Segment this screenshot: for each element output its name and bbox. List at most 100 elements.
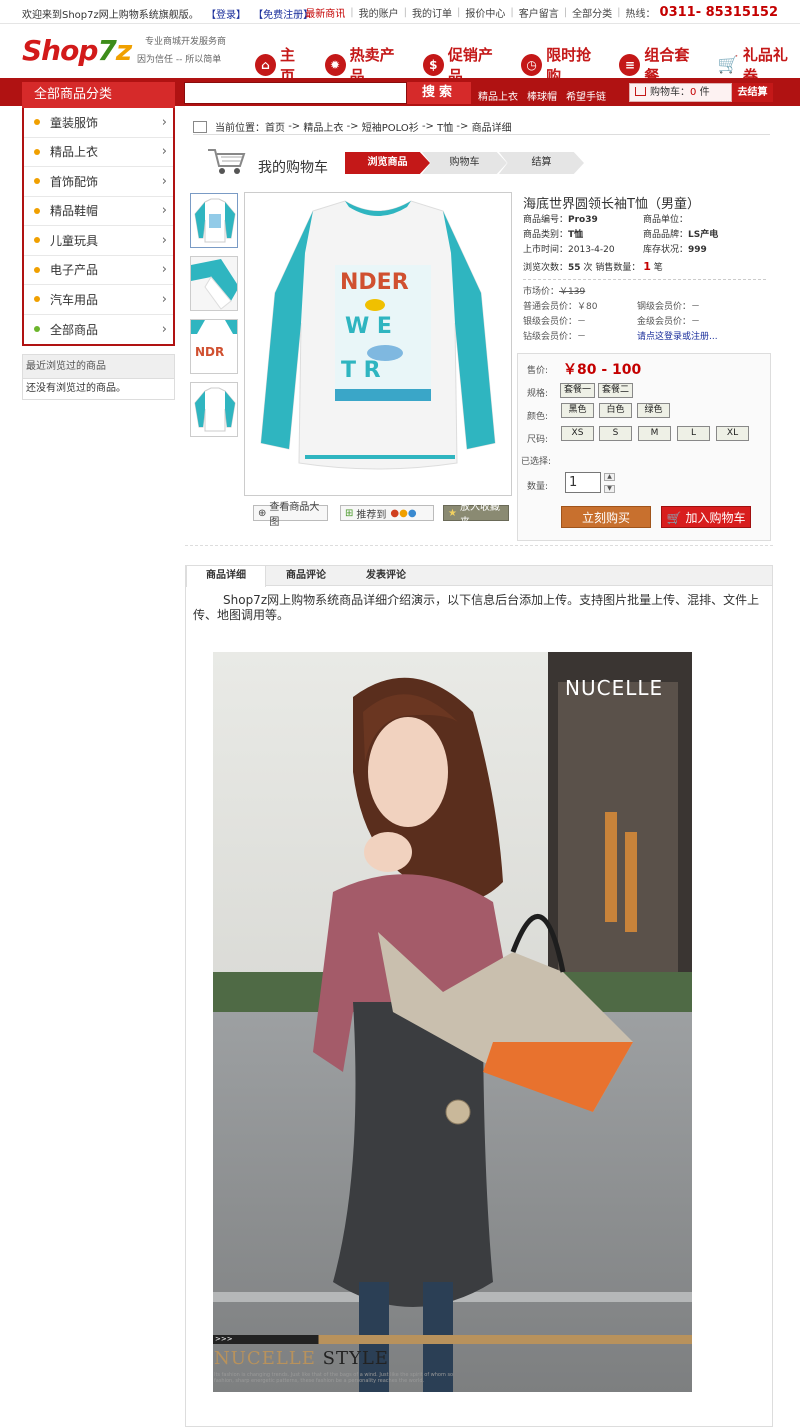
- market-price-label: 市场价：: [523, 287, 560, 297]
- color-option[interactable]: 黑色: [561, 403, 594, 418]
- product-type: T恤: [568, 230, 584, 240]
- top-link-orders[interactable]: 我的订单: [412, 5, 452, 20]
- hotline-number: 0311- 85315152: [659, 5, 778, 20]
- color-label: 颜色:: [527, 412, 549, 422]
- size-option[interactable]: L: [677, 426, 710, 441]
- hot-keywords: 精品上衣 棒球帽 希望手链: [478, 88, 606, 103]
- zoom-icon: ⊕: [258, 507, 267, 519]
- breadcrumb-polo[interactable]: 短袖POLO衫: [362, 119, 419, 134]
- recommend-label: 推荐到: [356, 509, 387, 521]
- views-count: 55: [568, 263, 581, 273]
- silver-price: －: [577, 317, 587, 327]
- hotword-3[interactable]: 希望手链: [566, 88, 606, 103]
- mini-cart[interactable]: 购物车：0 件: [629, 83, 732, 102]
- product-brand: LS产电: [688, 230, 719, 240]
- breadcrumb: 当前位置： 首页 -> 精品上衣 -> 短袖POLO衫 -> T恤 -> 商品详…: [193, 119, 512, 134]
- tab-reviews[interactable]: 商品评论: [266, 566, 346, 585]
- cart-icon: [635, 87, 646, 96]
- category-item[interactable]: 精品鞋帽 ›: [24, 197, 173, 226]
- category-item[interactable]: 童装服饰 ›: [24, 108, 173, 138]
- location-icon: [193, 120, 207, 133]
- brand-label: 商品品牌：: [643, 230, 689, 240]
- hotword-1[interactable]: 精品上衣: [478, 88, 518, 103]
- size-label: 尺码:: [527, 435, 549, 445]
- search-input[interactable]: [184, 82, 407, 104]
- top-link-message[interactable]: 客户留言: [519, 5, 559, 20]
- style-band: [213, 1335, 692, 1344]
- tab-details[interactable]: 商品详细: [186, 566, 266, 587]
- product-attributes: 商品编号：Pro39 商品单位： 商品类别：T恤 商品品牌：LS产电 上市时间：20…: [523, 213, 773, 258]
- add-favorite-button[interactable]: ★ 放入收藏夹: [443, 502, 509, 528]
- category-item[interactable]: 首饰配饰 ›: [24, 167, 173, 197]
- category-label: 首饰配饰: [50, 174, 99, 189]
- checkout-button[interactable]: 去结算: [732, 83, 773, 102]
- category-item[interactable]: 儿童玩具 ›: [24, 226, 173, 256]
- bullet-icon: [34, 326, 40, 333]
- quantity-up-icon[interactable]: ▲: [604, 473, 615, 481]
- spec-option[interactable]: 套餐一: [560, 383, 595, 398]
- svg-text:T R: T R: [341, 358, 381, 383]
- top-link-account[interactable]: 我的账户: [359, 5, 399, 20]
- thumbnail-4[interactable]: [190, 382, 238, 437]
- register-link[interactable]: 【免费注册】: [253, 10, 313, 21]
- price-label: 售价:: [527, 366, 549, 376]
- all-categories-button[interactable]: 全部商品分类: [22, 82, 175, 108]
- quantity-input[interactable]: 1: [565, 472, 601, 493]
- size-option[interactable]: XL: [716, 426, 749, 441]
- top-link-quote[interactable]: 报价中心: [465, 5, 505, 20]
- style-heading: NUCELLE STYLE: [214, 1348, 389, 1369]
- category-item[interactable]: 电子产品 ›: [24, 256, 173, 285]
- recommend-button[interactable]: ⊞ 推荐到 ●●●: [340, 505, 434, 521]
- color-option[interactable]: 白色: [599, 403, 632, 418]
- chevron-right-icon: ›: [161, 262, 167, 278]
- category-item[interactable]: 精品上衣 ›: [24, 138, 173, 167]
- style-heading-brand: NUCELLE: [214, 1348, 316, 1369]
- breadcrumb-home[interactable]: 首页: [265, 119, 285, 134]
- site-logo[interactable]: Shop7z: [22, 34, 132, 67]
- top-link-categories[interactable]: 全部分类: [572, 5, 612, 20]
- breadcrumb-tops[interactable]: 精品上衣: [303, 119, 343, 134]
- header: Shop7z 专业商城开发服务商 因为信任 -- 所以简单 ⌂ 主页 ✹ 热卖产品 …: [0, 24, 800, 85]
- mini-cart-unit: 件: [699, 87, 710, 98]
- hotword-2[interactable]: 棒球帽: [527, 88, 557, 103]
- thumbnail-1[interactable]: [190, 193, 238, 248]
- svg-text:NDER: NDER: [340, 270, 409, 295]
- top-links: 最新商讯 | 我的账户 | 我的订单 | 报价中心 | 客户留言 | 全部分类 | 热线： …: [305, 5, 778, 20]
- category-item[interactable]: 全部商品 ›: [24, 315, 173, 345]
- color-option[interactable]: 绿色: [637, 403, 670, 418]
- view-large-image-button[interactable]: ⊕ 查看商品大图: [253, 502, 328, 528]
- tab-write-review[interactable]: 发表评论: [346, 566, 426, 585]
- size-option[interactable]: XS: [561, 426, 594, 441]
- top-link-news[interactable]: 最新商讯: [305, 5, 345, 20]
- size-option[interactable]: M: [638, 426, 671, 441]
- bullet-icon: [34, 178, 40, 185]
- quantity-down-icon[interactable]: ▼: [604, 485, 615, 493]
- cart-icon: 🛒: [666, 511, 682, 525]
- thumbnail-3[interactable]: NDR: [190, 319, 238, 374]
- category-label: 电子产品: [50, 263, 99, 278]
- breadcrumb-sep: ->: [421, 121, 434, 132]
- mini-cart-count: 0: [690, 87, 697, 98]
- product-main-image[interactable]: NDER W E T R: [244, 192, 512, 496]
- category-label: 童装服饰: [50, 115, 99, 130]
- spec-option[interactable]: 套餐二: [598, 383, 633, 398]
- category-item[interactable]: 汽车用品 ›: [24, 285, 173, 315]
- breadcrumb-tshirt[interactable]: T恤: [437, 119, 453, 134]
- hotline-label: 热线：: [625, 9, 656, 20]
- bullet-icon: [34, 237, 40, 244]
- login-link[interactable]: 【登录】: [206, 10, 246, 21]
- thumbnail-2[interactable]: [190, 256, 238, 311]
- sales-unit: 笔: [653, 263, 663, 273]
- cart-icon: 🛒: [717, 55, 739, 75]
- logo-part-shop: Shop: [22, 34, 98, 67]
- buy-now-button[interactable]: 立刻购买: [561, 506, 651, 528]
- size-option[interactable]: S: [599, 426, 632, 441]
- chevron-right-icon: ›: [161, 291, 167, 307]
- steel-price: －: [691, 302, 701, 312]
- login-register-link[interactable]: 请点这登录或注册...: [637, 332, 718, 342]
- add-to-cart-button[interactable]: 🛒 加入购物车: [661, 506, 751, 528]
- section-divider: [185, 545, 773, 546]
- category-label: 精品鞋帽: [50, 204, 99, 219]
- chevron-right-icon: ›: [161, 114, 167, 130]
- search-button[interactable]: 搜索: [407, 82, 471, 104]
